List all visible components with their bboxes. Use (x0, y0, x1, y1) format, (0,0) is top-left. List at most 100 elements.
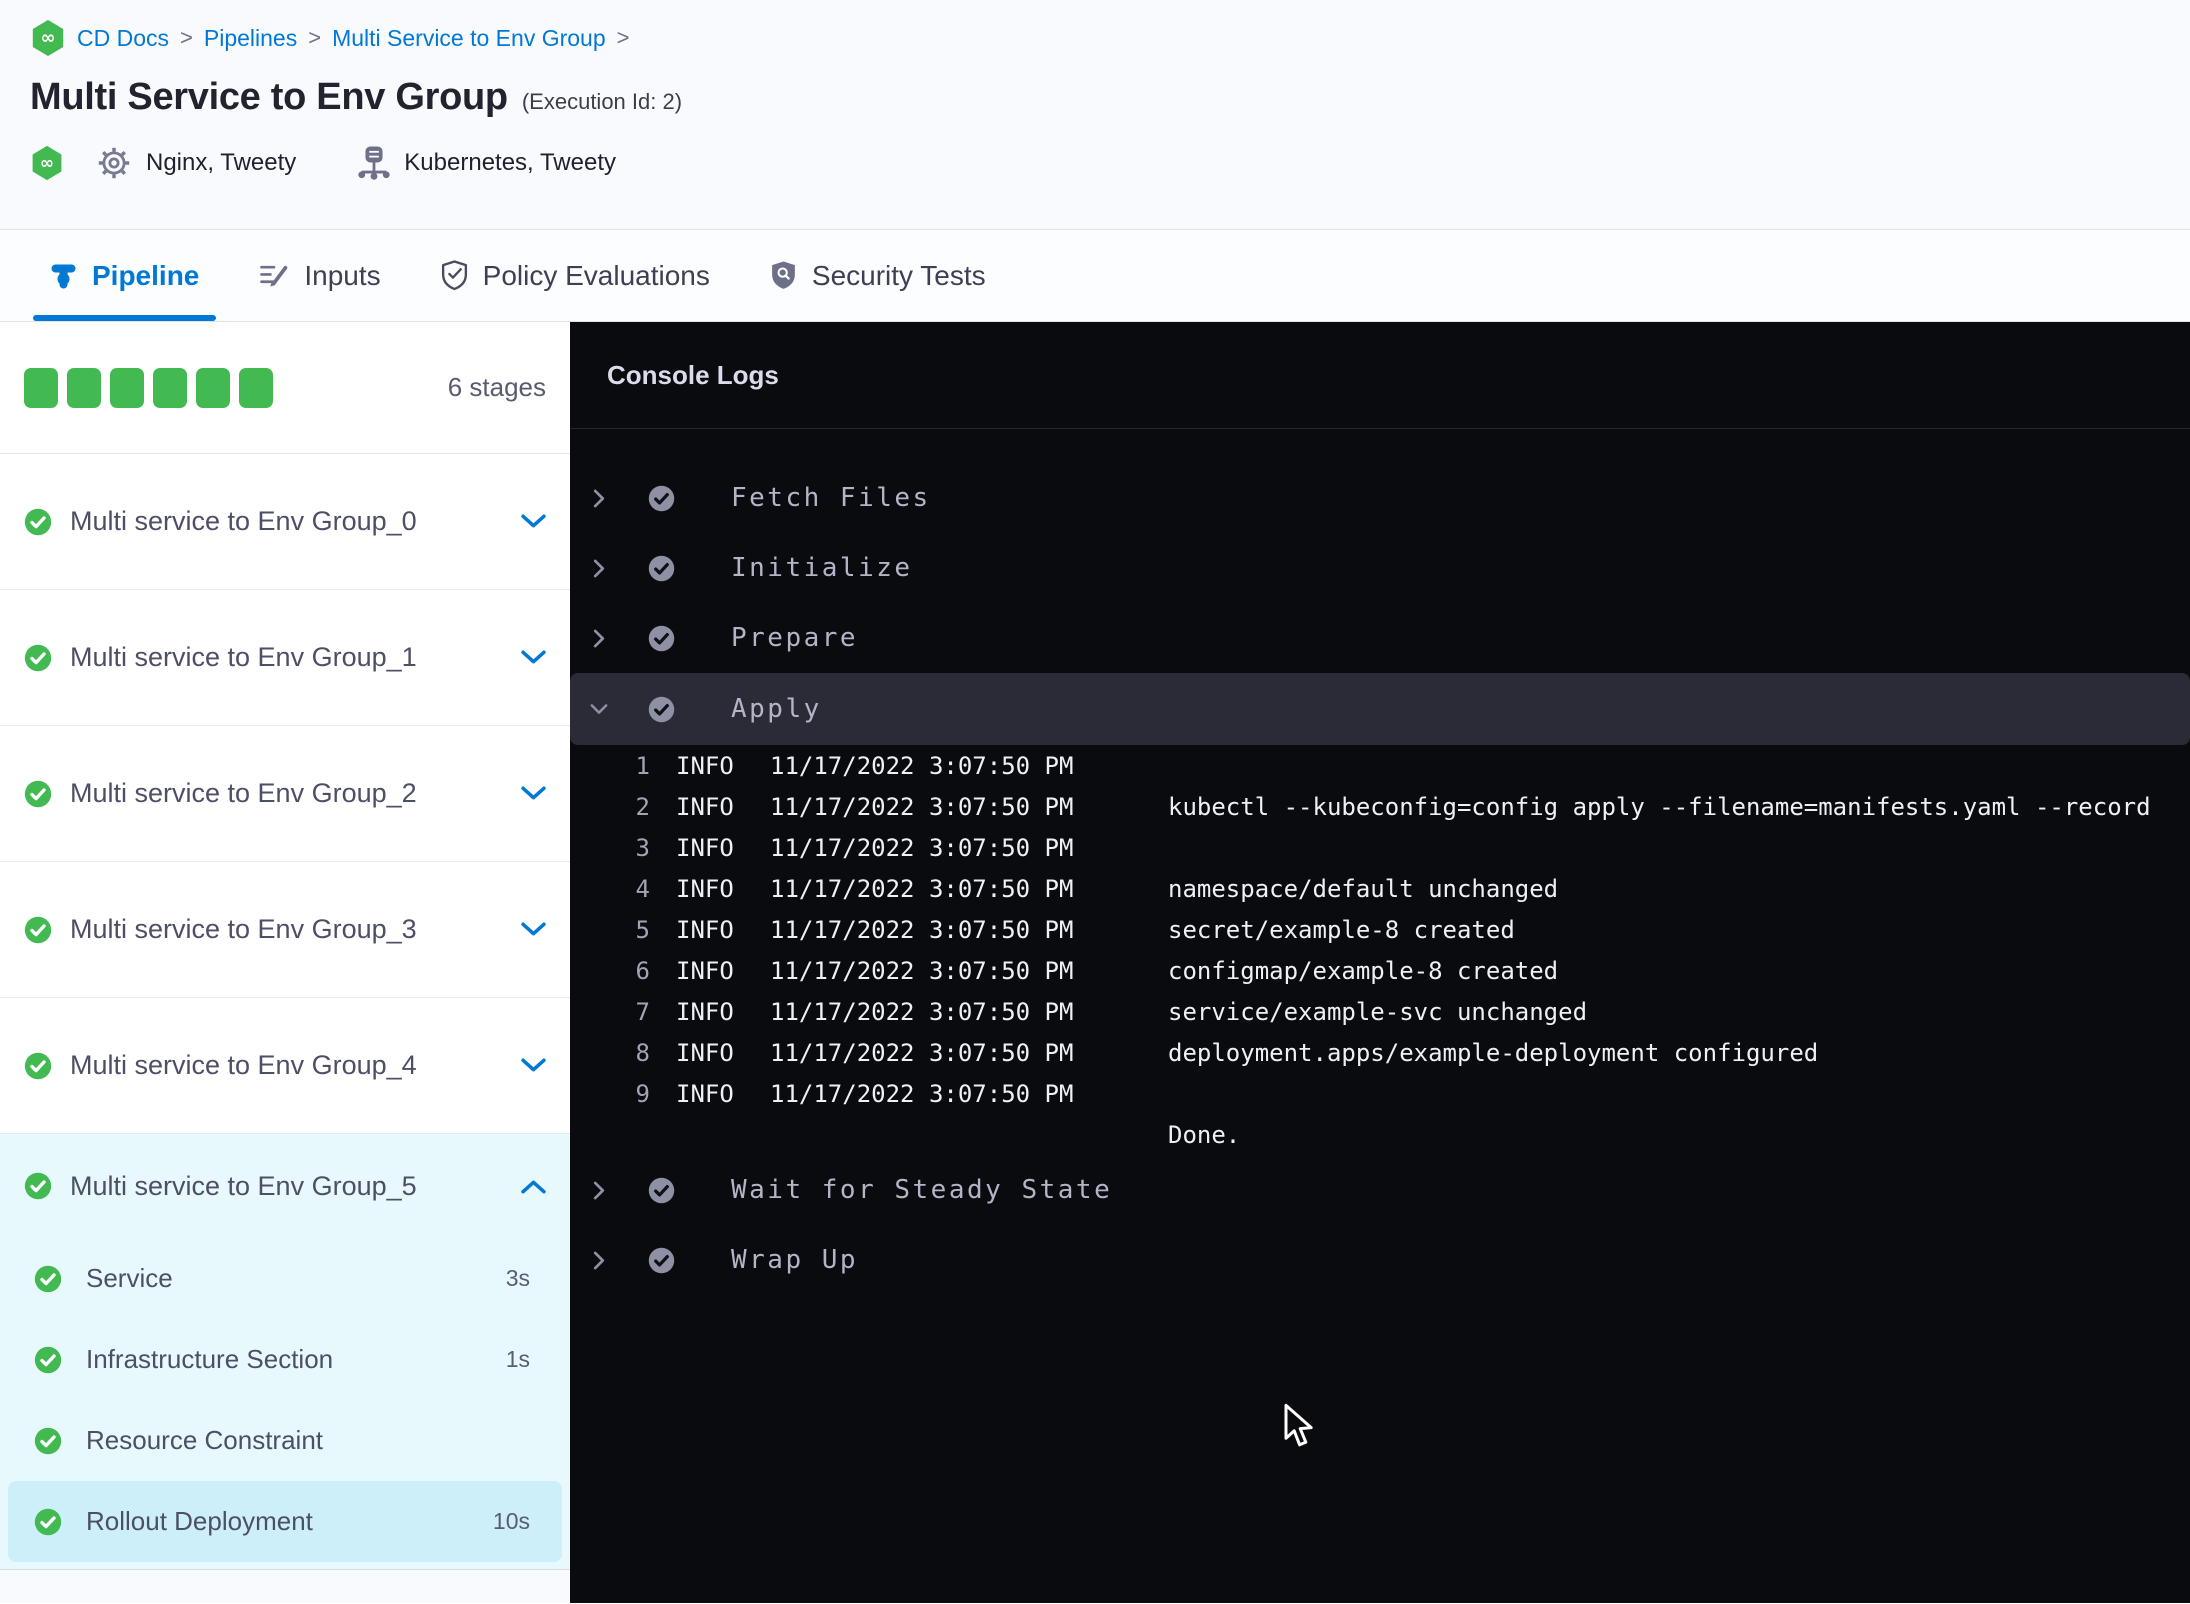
log-level: INFO (676, 1079, 734, 1108)
log-level: INFO (676, 751, 734, 780)
stage-row[interactable]: Multi service to Env Group_1 (0, 590, 570, 726)
console-step-list: Fetch Files Initialize Prepare Apply 1 I… (570, 429, 2190, 1295)
stage-step-duration: 10s (492, 1508, 530, 1534)
log-line: 8 INFO 11/17/2022 3:07:50 PM deployment.… (606, 1032, 2190, 1073)
chevron-down-icon[interactable] (521, 650, 546, 665)
stage-step-row[interactable]: Rollout Deployment 10s (8, 1481, 562, 1562)
log-message: configmap/example-8 created (1168, 956, 1559, 985)
stage-row[interactable]: Multi service to Env Group_5 (0, 1134, 570, 1238)
execution-meta-row: ∞ Nginx, Tweety Kubernetes, Tweety (30, 145, 2190, 181)
log-level: INFO (676, 874, 734, 903)
page-header: ∞ CD Docs > Pipelines > Multi Service to… (0, 0, 2190, 230)
stage-list: Multi service to Env Group_0 Multi servi… (0, 454, 570, 1570)
console-step-row[interactable]: Prepare (570, 603, 2190, 673)
console-logs-panel: Console Logs Fetch Files Initialize Prep… (570, 322, 2190, 1603)
security-tests-icon (770, 260, 797, 291)
tab-label: Security Tests (811, 259, 986, 291)
console-step-label: Apply (731, 694, 822, 724)
stage-count-label: 6 stages (447, 372, 546, 402)
log-block: 1 INFO 11/17/2022 3:07:50 PM 2 INFO 11/1… (570, 745, 2190, 1155)
success-check-icon (34, 1427, 62, 1455)
breadcrumb-link-cd-docs[interactable]: CD Docs (77, 25, 169, 52)
console-logs-title: Console Logs (607, 359, 779, 390)
chevron-down-icon[interactable] (521, 786, 546, 801)
log-line: 2 INFO 11/17/2022 3:07:50 PM kubectl --k… (606, 786, 2190, 827)
chevron-down-icon[interactable] (521, 514, 546, 529)
success-check-icon (648, 625, 675, 652)
console-step-label: Wrap Up (731, 1245, 859, 1275)
log-level: INFO (676, 997, 734, 1026)
stage-row[interactable]: Multi service to Env Group_4 (0, 998, 570, 1134)
sidebar-footer (0, 1570, 570, 1603)
log-level: INFO (676, 956, 734, 985)
chevron-up-icon[interactable] (521, 1179, 546, 1194)
console-step-label: Fetch Files (731, 483, 931, 513)
console-step-row[interactable]: Wrap Up (570, 1225, 2190, 1295)
breadcrumb-link-pipelines[interactable]: Pipelines (204, 25, 297, 52)
log-timestamp: 11/17/2022 3:07:50 PM (770, 874, 1074, 903)
chevron-right-icon[interactable] (590, 1181, 608, 1200)
chevron-down-icon[interactable] (521, 922, 546, 937)
chevron-right-icon[interactable] (590, 559, 608, 578)
console-step-row[interactable]: Initialize (570, 533, 2190, 603)
chevron-down-icon[interactable] (590, 703, 608, 715)
tab-label: Inputs (304, 259, 381, 291)
success-check-icon (24, 916, 52, 944)
inputs-icon (259, 262, 289, 289)
log-level: INFO (676, 915, 734, 944)
log-line: 7 INFO 11/17/2022 3:07:50 PM service/exa… (606, 991, 2190, 1032)
chevron-down-icon[interactable] (521, 1058, 546, 1073)
success-check-icon (24, 644, 52, 672)
breadcrumb-link-pipeline-name[interactable]: Multi Service to Env Group (332, 25, 606, 52)
success-check-icon (24, 1052, 52, 1080)
console-step-row[interactable]: Wait for Steady State (570, 1155, 2190, 1225)
infrastructure-label: Kubernetes, Tweety (404, 149, 616, 176)
stage-status-square (153, 367, 187, 408)
tab-inputs[interactable]: Inputs (242, 230, 397, 321)
stage-row[interactable]: Multi service to Env Group_0 (0, 454, 570, 590)
tab-bar: Pipeline Inputs Policy Evaluations Secur… (0, 230, 2190, 322)
success-check-icon (648, 1177, 675, 1204)
success-check-icon (34, 1508, 62, 1536)
console-step-row[interactable]: Apply (570, 673, 2190, 745)
console-logs-header: Console Logs (570, 322, 2190, 429)
stage-label: Multi service to Env Group_3 (70, 914, 417, 944)
title-row: Multi Service to Env Group (Execution Id… (30, 76, 2190, 119)
stage-step-row[interactable]: Service 3s (8, 1238, 562, 1319)
chevron-right-icon[interactable] (590, 1251, 608, 1270)
console-step-row[interactable]: Fetch Files (570, 463, 2190, 533)
log-timestamp: 11/17/2022 3:07:50 PM (770, 1038, 1074, 1067)
tab-pipeline[interactable]: Pipeline (33, 230, 217, 321)
log-line-number: 3 (635, 833, 650, 862)
page-title: Multi Service to Env Group (30, 76, 508, 118)
log-timestamp: 11/17/2022 3:07:50 PM (770, 1079, 1074, 1108)
stage-row[interactable]: Multi service to Env Group_3 (0, 862, 570, 998)
stage-label: Multi service to Env Group_5 (70, 1170, 417, 1201)
console-step-label: Initialize (731, 553, 913, 583)
stage-step-row[interactable]: Infrastructure Section 1s (8, 1319, 562, 1400)
log-timestamp: 11/17/2022 3:07:50 PM (770, 792, 1074, 821)
svg-text:∞: ∞ (40, 28, 55, 49)
log-line: 5 INFO 11/17/2022 3:07:50 PM secret/exam… (606, 909, 2190, 950)
breadcrumb: ∞ CD Docs > Pipelines > Multi Service to… (30, 18, 2190, 58)
console-step-label: Wait for Steady State (731, 1175, 1113, 1205)
stage-step-row[interactable]: Resource Constraint (8, 1400, 562, 1481)
log-line: 9 INFO 11/17/2022 3:07:50 PM (606, 1073, 2190, 1114)
stage-row[interactable]: Multi service to Env Group_2 (0, 726, 570, 862)
log-level: INFO (676, 1038, 734, 1067)
log-message: secret/example-8 created (1168, 915, 1515, 944)
log-line-number: 6 (635, 956, 650, 985)
log-line-number: 7 (635, 997, 650, 1026)
chevron-right-icon[interactable] (590, 489, 608, 508)
stage-status-square (67, 367, 101, 408)
tab-policy-evaluations[interactable]: Policy Evaluations (424, 230, 727, 321)
stage-label: Multi service to Env Group_0 (70, 506, 417, 536)
tab-label: Policy Evaluations (482, 259, 710, 291)
success-check-icon (24, 508, 52, 536)
active-tab-underline (33, 315, 217, 321)
tab-security-tests[interactable]: Security Tests (753, 230, 1003, 321)
log-timestamp: 11/17/2022 3:07:50 PM (770, 956, 1074, 985)
log-message: kubectl --kubeconfig=config apply --file… (1168, 792, 2151, 821)
pipeline-execution-page: ∞ CD Docs > Pipelines > Multi Service to… (0, 0, 2190, 1604)
chevron-right-icon[interactable] (590, 629, 608, 648)
